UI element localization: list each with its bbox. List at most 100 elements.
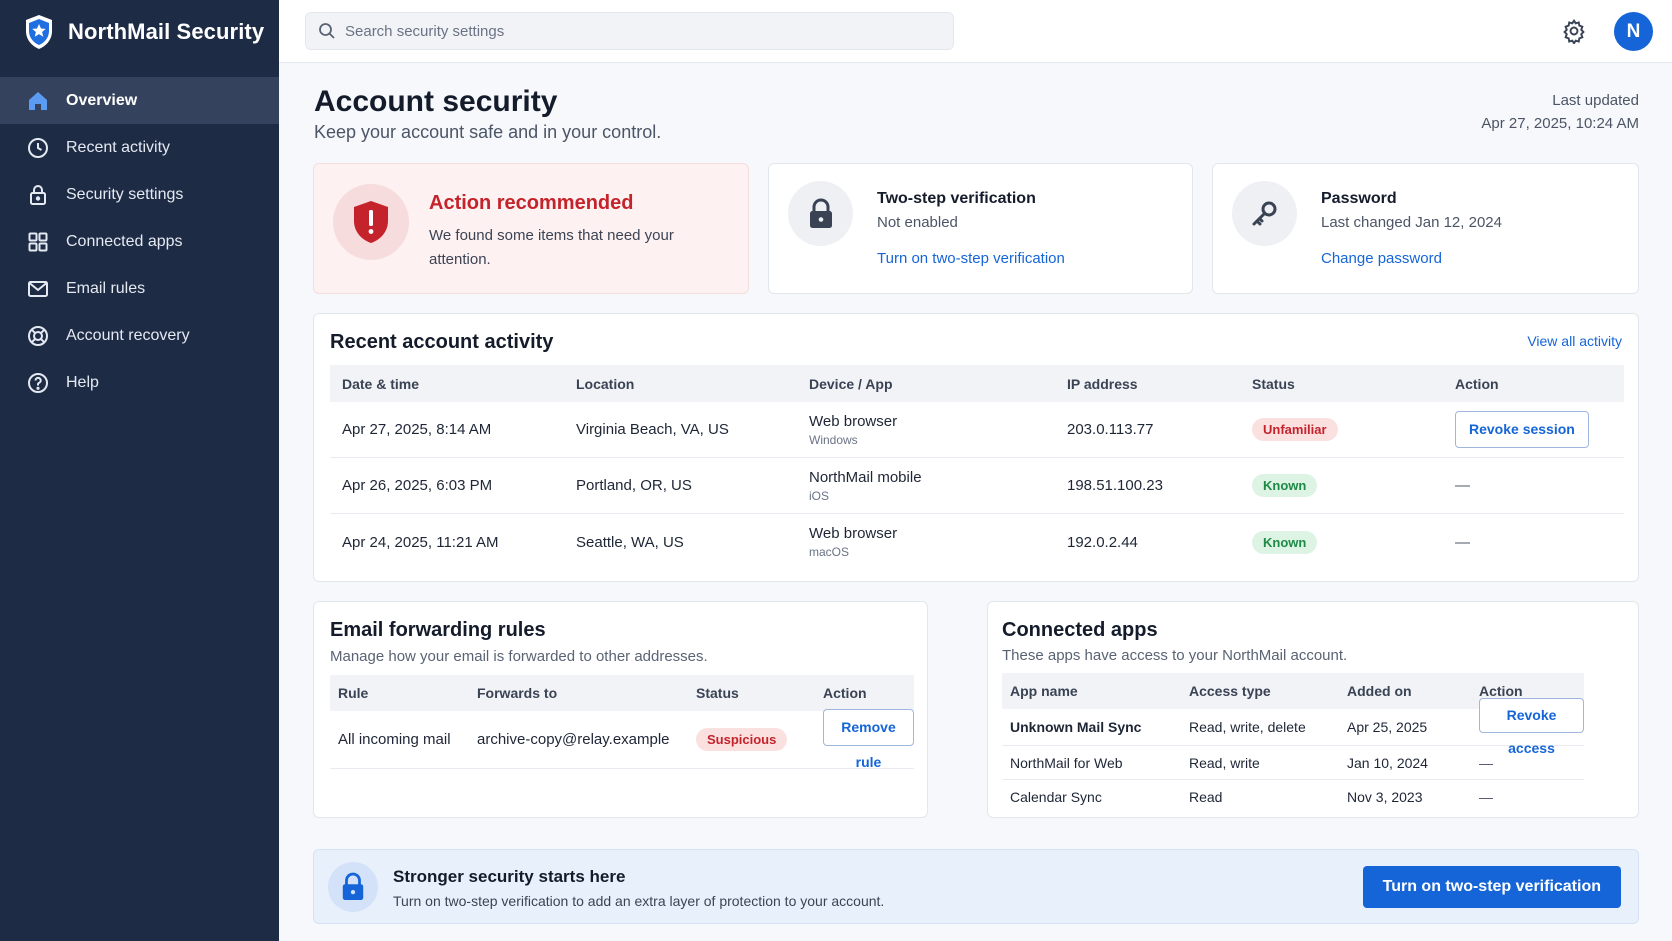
device-name: NorthMail mobile [809,468,922,486]
forwarding-table: Rule Forwards to Status Action All incom… [330,675,914,771]
app-added-on: Apr 25, 2025 [1347,719,1428,735]
two-step-title: Two-step verification [877,190,1036,207]
connected-apps-table: App name Access type Added on Action Unk… [1002,673,1584,814]
view-all-activity-link[interactable]: View all activity [1527,333,1622,349]
status-cell: Known [1240,474,1443,497]
device-platform: macOS [809,545,850,559]
action-empty: — [1479,789,1493,805]
connected-apps-subtitle: These apps have access to your NorthMail… [1002,647,1348,664]
action-empty: — [1455,533,1470,551]
password-title: Password [1321,190,1397,207]
remove-rule-button[interactable]: Remove rule [823,708,914,770]
column-header: IP address [1067,375,1138,392]
column-header: Status [696,685,739,701]
action-empty: — [1455,477,1470,494]
app-name: Calendar Sync [1010,789,1102,805]
sidebar-item-overview[interactable]: Overview [0,77,279,124]
key-icon [1252,201,1276,225]
column-header: App name [1010,683,1078,699]
status-badge: Suspicious [696,728,788,751]
sidebar-nav: Overview Recent activity Security settin… [0,77,279,406]
lifebuoy-icon [26,324,50,348]
activity-location: Virginia Beach, VA, US [576,421,729,438]
lock-icon [342,872,364,900]
avatar[interactable]: N [1614,12,1653,51]
shield-alert-icon [354,201,388,243]
revoke-session-button[interactable]: Revoke session [1455,411,1589,448]
recent-activity-title: Recent account activity [330,331,554,353]
lock-icon [809,198,832,228]
email-forwarding-card: Email forwarding rules Manage how your e… [313,601,928,818]
activity-ip: 198.51.100.23 [1067,477,1163,494]
app-access-type: Read, write [1189,754,1260,771]
activity-location: Portland, OR, US [576,477,692,494]
sidebar-item-help[interactable]: Help [0,359,279,406]
column-header: Device / App [809,375,893,392]
column-header: Access type [1189,683,1271,699]
password-card: Password Last changed Jan 12, 2024 Chang… [1212,163,1639,294]
connected-apps-card: Connected apps These apps have access to… [987,601,1639,818]
table-row: Apr 26, 2025, 6:03 PM Portland, OR, US N… [330,458,1624,514]
help-circle-icon [26,371,50,395]
brand[interactable]: NorthMail Security [0,0,279,64]
action-cell: Revoke access [1471,698,1584,756]
key-icon-circle [1232,181,1297,246]
sidebar-item-connected-apps[interactable]: Connected apps [0,218,279,265]
activity-device: Web browser macOS [797,525,1055,559]
turn-on-two-step-link[interactable]: Turn on two-step verification [877,250,1065,267]
main-content: Account security Keep your account safe … [279,63,1672,941]
sidebar-item-label: Recent activity [66,138,171,156]
security-banner: Stronger security starts here Turn on tw… [313,849,1639,924]
sidebar-item-label: Security settings [66,185,184,203]
search-input[interactable] [345,22,925,40]
app-name: NorthMail for Web [1010,754,1123,771]
clock-icon [26,136,50,160]
activity-ip: 203.0.113.77 [1067,421,1154,438]
sidebar-item-email-rules[interactable]: Email rules [0,265,279,312]
device-platform: Windows [809,432,858,447]
sidebar-item-account-recovery[interactable]: Account recovery [0,312,279,359]
shield-check-icon [26,15,52,49]
alert-icon-circle [333,184,409,260]
status-cell: Known [1240,530,1443,554]
status-badge: Known [1252,530,1318,554]
lock-icon-circle [788,181,853,246]
activity-location: Seattle, WA, US [576,533,684,551]
app-added-on: Nov 3, 2023 [1347,789,1423,805]
column-header: Added on [1347,683,1412,699]
forwarding-subtitle: Manage how your email is forwarded to ot… [330,648,708,665]
action-cell: Revoke session [1443,411,1613,448]
table-row: Apr 24, 2025, 11:21 AM Seattle, WA, US W… [330,514,1624,570]
sidebar-item-recent-activity[interactable]: Recent activity [0,124,279,171]
last-updated-value: Apr 27, 2025, 10:24 AM [1481,115,1639,132]
sidebar-item-label: Overview [66,91,138,109]
revoke-access-button[interactable]: Revoke access [1479,698,1584,756]
column-header: Action [823,685,867,701]
device-platform: iOS [809,488,830,503]
grid-icon [26,230,50,254]
column-header: Action [1479,683,1523,699]
column-header: Rule [338,685,369,701]
table-row: Calendar Sync Read Nov 3, 2023 — [1002,780,1584,814]
sidebar: NorthMail Security Overview Recent activ… [0,0,279,941]
rule-name: All incoming mail [338,731,451,748]
gear-icon[interactable] [1561,18,1587,44]
last-updated-label: Last updated [1552,92,1639,109]
app-added-on: Jan 10, 2024 [1347,754,1428,771]
activity-datetime: Apr 24, 2025, 11:21 AM [342,533,499,551]
activity-datetime: Apr 27, 2025, 8:14 AM [342,421,492,438]
column-header: Forwards to [477,685,558,701]
banner-description: Turn on two-step verification to add an … [393,893,885,909]
forwarding-title: Email forwarding rules [330,619,546,641]
activity-ip: 192.0.2.44 [1067,533,1138,551]
turn-on-two-step-button[interactable]: Turn on two-step verification [1362,866,1621,908]
search-box[interactable] [305,12,954,50]
change-password-link[interactable]: Change password [1321,250,1442,267]
home-icon [26,89,50,113]
action-cell: Remove rule [815,708,914,771]
banner-title: Stronger security starts here [393,867,626,886]
brand-name: NorthMail Security [68,19,265,44]
mail-icon [26,277,50,301]
sidebar-item-security-settings[interactable]: Security settings [0,171,279,218]
status-cell: Suspicious [688,728,815,751]
